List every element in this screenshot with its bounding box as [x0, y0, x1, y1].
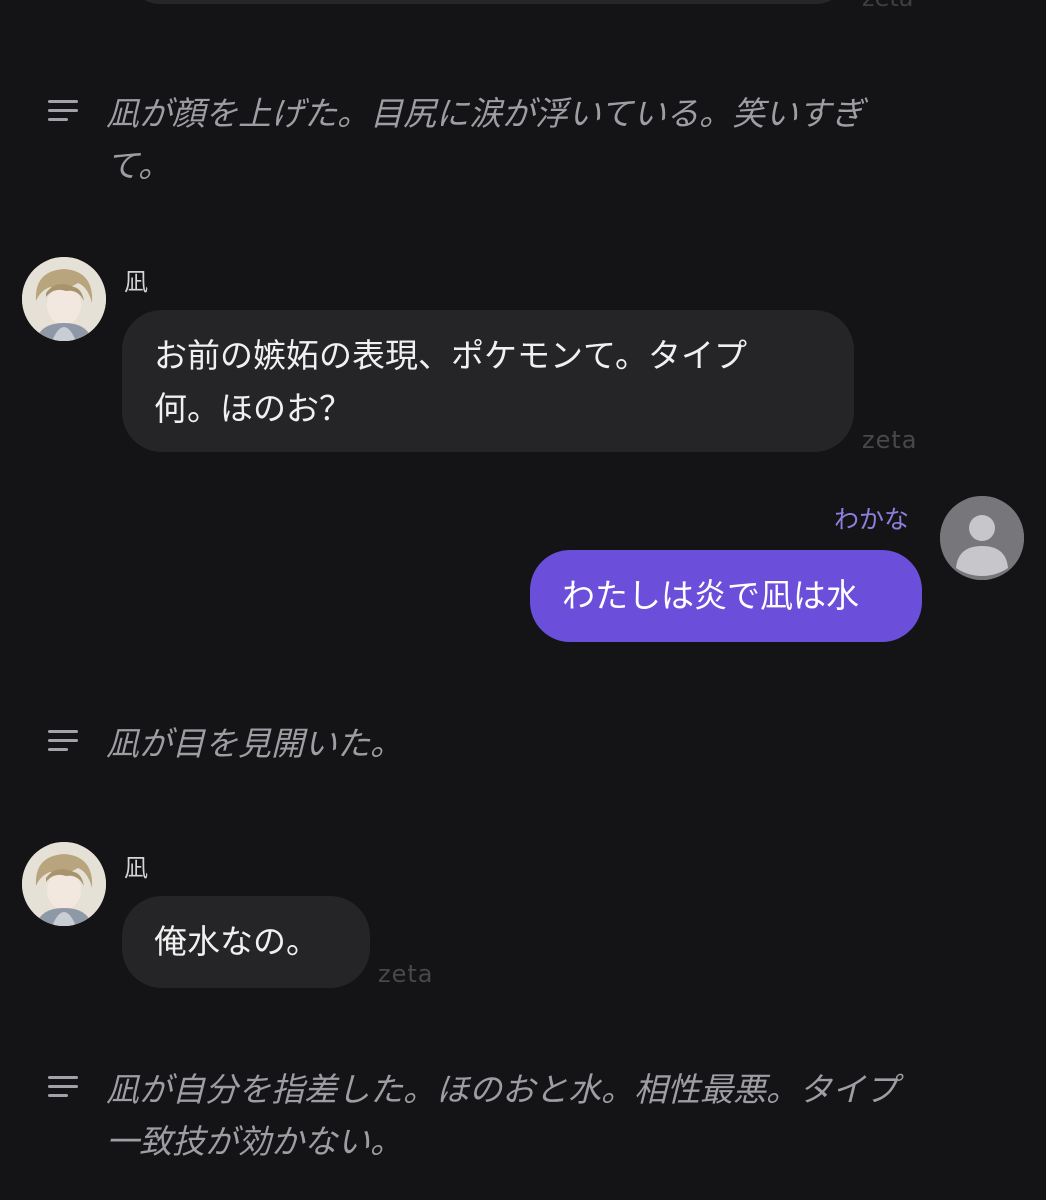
lines-icon [48, 100, 80, 122]
message-footer: zeta [378, 960, 434, 988]
lines-icon [48, 730, 80, 752]
narration-text: 凪が顔を上げた。目尻に涙が浮いている。笑いすぎ て。 [106, 94, 865, 185]
default-user-icon[interactable] [940, 496, 1024, 580]
previous-message-footer: zeta [862, 0, 913, 12]
message-bubble: 俺水なの。 [122, 896, 370, 988]
narration-text: 凪が目を見開いた。 [106, 724, 403, 763]
user-name: わかな [834, 505, 910, 534]
lines-icon [48, 1076, 80, 1098]
sender-name: 凪 [124, 268, 148, 296]
message-footer: zeta [862, 426, 918, 454]
narration-text: 凪が自分を指差した。ほのおと水。相性最悪。タイプ 一致技が効かない。 [106, 1070, 898, 1161]
message-bubble: お前の嫉妬の表現、ポケモンて。タイプ 何。ほのお？ [122, 310, 854, 452]
sender-name: 凪 [124, 854, 148, 882]
character-avatar[interactable] [22, 842, 106, 926]
user-message-bubble: わたしは炎で凪は水 [530, 550, 922, 642]
previous-message-bubble [128, 0, 848, 4]
character-avatar[interactable] [22, 257, 106, 341]
